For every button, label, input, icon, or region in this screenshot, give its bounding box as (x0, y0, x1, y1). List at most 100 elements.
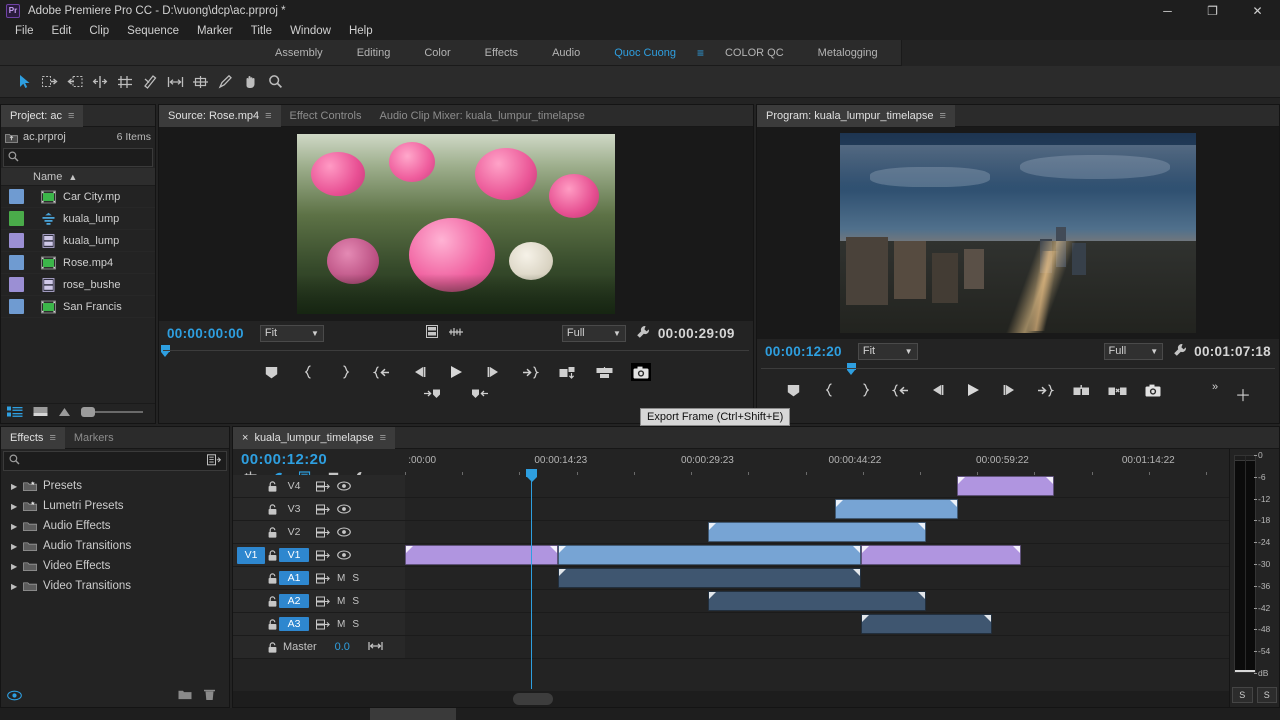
mute-track-button[interactable]: M (337, 573, 345, 584)
effects-tree-row[interactable]: ▶ Audio Effects (1, 516, 229, 536)
sync-lock-icon[interactable] (265, 572, 279, 584)
toggle-track-output-eye-icon[interactable] (337, 550, 351, 560)
track-name-label[interactable]: V3 (279, 502, 309, 516)
workspace-tab-quoc-cuong[interactable]: Quoc Cuong (597, 40, 693, 66)
track-output-icon[interactable] (316, 504, 330, 515)
extract-button[interactable] (1107, 381, 1127, 399)
menu-item-help[interactable]: Help (340, 22, 382, 40)
overwrite-button[interactable] (594, 363, 614, 381)
track-header-v4[interactable]: V4 (233, 475, 405, 497)
toggle-track-output-eye-icon[interactable] (337, 481, 351, 491)
source-settings-wrench-icon[interactable] (636, 325, 650, 342)
mark-in-button[interactable] (298, 363, 318, 381)
tab-program[interactable]: Program: kuala_lumpur_timelapse ≡ (757, 104, 955, 127)
clip-fade-handle-left[interactable] (709, 523, 717, 530)
clip-fade-handle-right[interactable] (1013, 546, 1021, 553)
clip-fade-handle-left[interactable] (862, 615, 870, 622)
clip-fade-handle-left[interactable] (836, 500, 844, 507)
track-content-a1[interactable] (405, 567, 1229, 589)
track-name-label[interactable]: V2 (279, 525, 309, 539)
track-content-a2[interactable] (405, 590, 1229, 612)
project-search-input[interactable] (3, 148, 153, 167)
effects-tree[interactable]: ▶ Presets ▶ Lumetri Presets ▶ Audio Effects ▶ A… (1, 473, 229, 596)
project-item-row[interactable]: kuala_lump (1, 230, 155, 252)
step-forward-button[interactable] (999, 381, 1019, 399)
toggle-track-output-eye-icon[interactable] (337, 527, 351, 537)
track-content-v2[interactable] (405, 521, 1229, 543)
track-target-toggle[interactable] (237, 616, 265, 633)
go-to-next-marker-button[interactable] (423, 388, 441, 402)
program-fit-select[interactable]: Fit ▼ (857, 342, 918, 360)
go-to-previous-marker-button[interactable] (471, 388, 489, 402)
play-stop-button[interactable] (963, 381, 983, 399)
disclosure-triangle-icon[interactable]: ▶ (11, 582, 21, 591)
source-duration[interactable]: 00:00:29:09 (658, 326, 735, 341)
go-to-out-button[interactable] (520, 363, 540, 381)
maximize-button[interactable]: ❐ (1190, 0, 1235, 22)
list-view-icon[interactable] (7, 406, 23, 421)
effects-tree-row[interactable]: ▶ Lumetri Presets (1, 496, 229, 516)
timeline-clip[interactable] (957, 476, 1055, 496)
insert-button[interactable] (557, 363, 577, 381)
workspace-tab-color-qc[interactable]: COLOR QC (708, 40, 801, 66)
timeline-clip[interactable] (708, 591, 926, 611)
clip-fade-handle-right[interactable] (983, 615, 991, 622)
meter-solo-button[interactable]: S (1256, 687, 1277, 703)
project-item-row[interactable]: San Francis (1, 296, 155, 318)
panel-menu-icon[interactable]: ≡ (68, 110, 74, 122)
workspace-tab-color[interactable]: Color (407, 40, 467, 66)
workspace-tab-metalogging[interactable]: Metalogging (801, 40, 895, 66)
workspace-overflow-menu-icon[interactable]: ≡ (693, 46, 708, 60)
clip-fade-handle-right[interactable] (917, 592, 925, 599)
menu-item-title[interactable]: Title (242, 22, 281, 40)
mark-in-button[interactable] (819, 381, 839, 399)
toggle-track-output-eye-icon[interactable] (337, 504, 351, 514)
effects-search-input[interactable] (3, 451, 227, 471)
zoom-slider-handle-icon[interactable] (58, 407, 71, 420)
icon-view-icon[interactable] (33, 406, 48, 421)
track-target-toggle[interactable] (237, 478, 265, 495)
project-item-row[interactable]: kuala_lump (1, 208, 155, 230)
tab-sequence[interactable]: × kuala_lumpur_timelapse ≡ (233, 426, 396, 449)
rate-stretch-tool[interactable] (114, 71, 136, 93)
track-header-a2[interactable]: A2 M S (233, 590, 405, 612)
track-target-toggle[interactable] (237, 570, 265, 587)
close-button[interactable]: ✕ (1235, 0, 1280, 22)
clip-fade-handle-right[interactable] (917, 523, 925, 530)
solo-track-button[interactable]: S (352, 573, 359, 584)
track-header-v1[interactable]: V1 V1 (233, 544, 405, 566)
track-target-toggle[interactable] (237, 501, 265, 518)
panel-menu-icon[interactable]: ≡ (940, 110, 946, 122)
track-name-label[interactable]: A2 (279, 594, 309, 608)
source-settings-film-icon[interactable] (425, 325, 438, 341)
track-output-icon[interactable] (316, 596, 330, 607)
effects-tree-row[interactable]: ▶ Audio Transitions (1, 536, 229, 556)
sync-lock-icon[interactable] (265, 618, 279, 630)
track-content-a3[interactable] (405, 613, 1229, 635)
menu-item-file[interactable]: File (6, 22, 43, 40)
workspace-tab-editing[interactable]: Editing (340, 40, 408, 66)
sync-lock-icon[interactable] (265, 595, 279, 607)
zoom-tool[interactable] (264, 71, 286, 93)
source-tab-0[interactable]: Source: Rose.mp4 ≡ (159, 104, 281, 127)
mark-out-button[interactable] (855, 381, 875, 399)
effects-tree-row[interactable]: ▶ Video Transitions (1, 576, 229, 596)
play-stop-button[interactable] (446, 363, 466, 381)
track-target-toggle[interactable] (237, 593, 265, 610)
source-tab-1[interactable]: Effect Controls (281, 105, 371, 127)
export-frame-button[interactable] (1143, 381, 1163, 399)
sort-arrow-icon[interactable]: ▲ (68, 172, 77, 182)
clip-fade-handle-right[interactable] (853, 546, 861, 553)
slide-tool[interactable] (189, 71, 211, 93)
workspace-tab-effects[interactable]: Effects (468, 40, 535, 66)
track-target-toggle[interactable]: V1 (237, 546, 265, 564)
track-output-icon[interactable] (316, 550, 330, 561)
clip-fade-handle-left[interactable] (958, 477, 966, 484)
project-item-row[interactable]: Car City.mp (1, 186, 155, 208)
mute-track-button[interactable]: M (337, 596, 345, 607)
hand-tool[interactable] (239, 71, 261, 93)
program-quality-select[interactable]: Full ▼ (1103, 342, 1164, 360)
tab-effects[interactable]: Effects ≡ (1, 426, 65, 449)
close-icon[interactable]: × (242, 432, 248, 444)
master-pan-icon[interactable] (368, 641, 383, 654)
